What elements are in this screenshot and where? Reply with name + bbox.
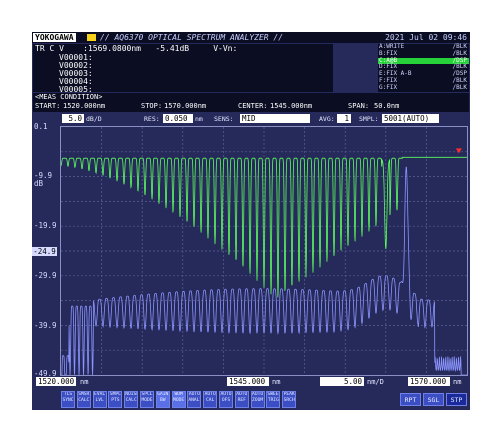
datetime: 2021 Jul 02 09:46 — [385, 33, 467, 42]
sweep-key-sgl[interactable]: SGL — [423, 393, 444, 406]
softkey-12[interactable]: AUTO ZOOM — [250, 391, 265, 408]
start-value: 1520.000nm — [63, 102, 106, 110]
brand-logo: YOKOGAWA — [33, 33, 76, 42]
marker-panel: TR C V :1569.0800nm -5.41dB V-Vn: V00001… — [33, 44, 333, 94]
scale-field[interactable]: 5.0 — [62, 114, 84, 123]
title-bar: YOKOGAWA // AQ6370 OPTICAL SPECTRUM ANAL… — [32, 32, 470, 43]
spectrum-svg — [60, 127, 467, 376]
y-unit: dB — [34, 179, 44, 188]
x-start-unit: nm — [80, 378, 89, 386]
ref-level-marker[interactable]: -24.9 — [32, 247, 57, 256]
softkey-10[interactable]: AUTO OFS — [219, 391, 233, 408]
softkey-6[interactable]: GAIN BW — [155, 391, 170, 408]
softkey-0[interactable]: TLS SYNC — [61, 391, 75, 408]
osa-screen: YOKOGAWA // AQ6370 OPTICAL SPECTRUM ANAL… — [32, 32, 470, 410]
plot-grid — [61, 127, 467, 375]
center-value: 1545.000nm — [270, 102, 313, 110]
y-tick-3: -19.9 — [34, 221, 57, 230]
spectrum-plot[interactable] — [60, 126, 468, 376]
x-center-unit: nm — [272, 378, 281, 386]
softkey-4[interactable]: NOISE CALC — [124, 391, 139, 408]
softkey-11[interactable]: AUTO REF — [234, 391, 249, 408]
x-scale-unit: nm/D — [367, 378, 384, 386]
x-stop-unit: nm — [453, 378, 462, 386]
sweep-key-rpt[interactable]: RPT — [400, 393, 421, 406]
settings-bar: 5.0 dB/D RES: 0.050 nm SENS: MID AVG: 1 … — [32, 113, 470, 125]
res-label: RES: — [144, 115, 160, 123]
softkey-13[interactable]: SWEEP TRIG — [266, 391, 281, 408]
avg-field[interactable]: 1 — [337, 114, 351, 123]
trace-g[interactable]: G:FIX/BLK — [378, 84, 469, 92]
y-tick-1: 0.1 — [34, 122, 48, 131]
res-unit: nm — [195, 115, 203, 123]
smpl-label: SMPL: — [359, 115, 379, 123]
softkey-14[interactable]: PEAK SRCH — [282, 391, 297, 408]
softkey-8[interactable]: AUTO ANALY — [187, 391, 202, 408]
x-stop-field[interactable]: 1570.000 — [408, 377, 450, 386]
softkey-7[interactable]: WDM MODE — [171, 391, 186, 408]
brand-accent-icon — [87, 34, 96, 41]
x-center-field[interactable]: 1545.000 — [227, 377, 269, 386]
softkey-5[interactable]: SPCL MODE — [140, 391, 154, 408]
span-value: 50.0nm — [374, 102, 400, 110]
softkey-1[interactable]: SMSR CALC — [76, 391, 91, 408]
span-label: SPAN: — [348, 102, 370, 110]
peak-marker-icon — [455, 148, 462, 154]
sens-label: SENS: — [214, 115, 234, 123]
meas-condition: <MEAS CONDITION> START: 1520.000nm STOP:… — [33, 93, 469, 112]
y-tick-5: -39.9 — [34, 321, 57, 330]
start-label: START: — [35, 102, 61, 110]
stop-label: STOP: — [141, 102, 163, 110]
res-field[interactable]: 0.050 — [163, 114, 193, 123]
sweep-key-stp[interactable]: STP — [446, 393, 467, 406]
sens-field[interactable]: MID — [240, 114, 310, 123]
stop-value: 1570.000nm — [164, 102, 207, 110]
model-title: // AQ6370 OPTICAL SPECTRUM ANALYZER // — [100, 33, 284, 42]
trace-list: A:WRITE/BLK B:FIX/BLK C:A@B/DSP D:FIX/BL… — [378, 43, 469, 92]
x-axis-bar: 1520.000 nm 1545.000 nm 5.00 nm/D 1570.0… — [32, 376, 470, 387]
softkey-bar: TLS SYNC SMSR CALC EVAL LVL SMPL PTS NOISE C… — [32, 389, 470, 410]
meas-title: <MEAS CONDITION> — [35, 93, 103, 101]
softkey-2[interactable]: EVAL LVL — [92, 391, 107, 408]
x-scale-field[interactable]: 5.00 — [320, 377, 364, 386]
scale-unit: dB/D — [86, 115, 102, 123]
center-label: CENTER: — [238, 102, 268, 110]
avg-label: AVG: — [319, 115, 335, 123]
softkey-9[interactable]: AUTO CAL — [203, 391, 218, 408]
x-start-field[interactable]: 1520.000 — [36, 377, 76, 386]
y-tick-4: -29.9 — [34, 271, 57, 280]
softkey-3[interactable]: SMPL PTS — [108, 391, 123, 408]
smpl-field[interactable]: 5001(AUTO) — [382, 114, 439, 123]
